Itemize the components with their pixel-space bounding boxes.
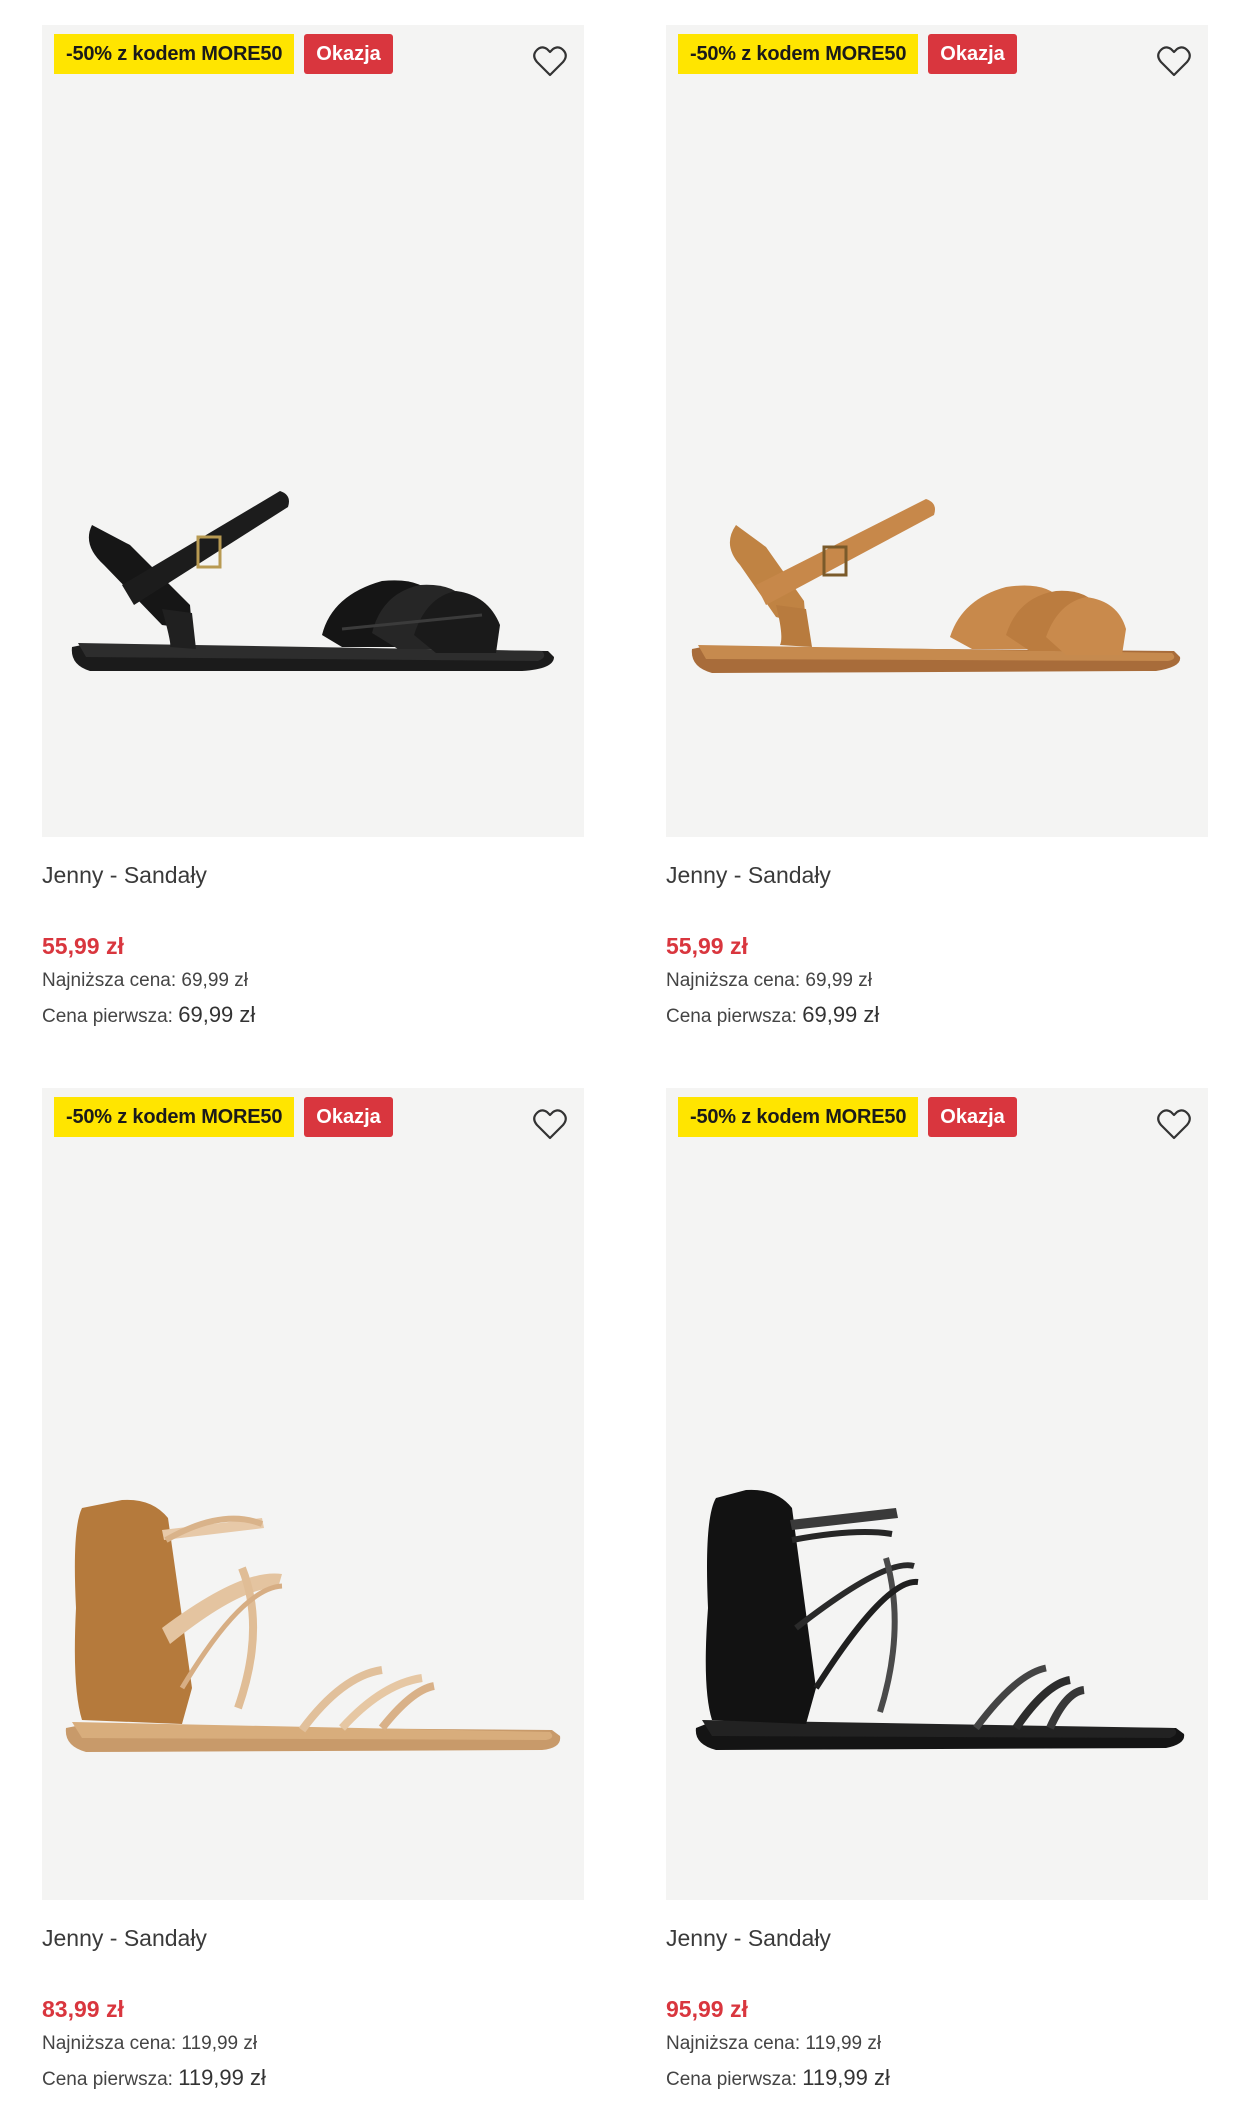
heart-outline-icon[interactable]	[530, 41, 570, 81]
product-card[interactable]: -50% z kodem MORE50 Okazja Jenny - Sanda…	[666, 1088, 1208, 2093]
original-price: Cena pierwsza: 119,99 zł	[666, 2063, 1208, 2093]
product-image[interactable]: -50% z kodem MORE50 Okazja	[42, 25, 584, 837]
tan-heel-cup-rhinestone-sandal-image	[65, 1499, 561, 1752]
product-title[interactable]: Jenny - Sandały	[42, 859, 584, 891]
heart-outline-icon[interactable]	[530, 1104, 570, 1144]
promo-code-badge: -50% z kodem MORE50	[54, 34, 295, 74]
original-price: Cena pierwsza: 69,99 zł	[42, 1000, 584, 1030]
tan-strappy-flat-sandal-image	[691, 499, 1181, 673]
lowest-price-label: Najniższa cena:	[666, 2033, 801, 2054]
promo-code-badge: -50% z kodem MORE50	[678, 1097, 919, 1137]
heart-outline-icon[interactable]	[1154, 41, 1194, 81]
promo-code-badge: -50% z kodem MORE50	[54, 1097, 295, 1137]
product-card[interactable]: -50% z kodem MORE50 Okazja Jenny - Sanda…	[666, 25, 1208, 1030]
deal-badge: Okazja	[928, 1097, 1017, 1137]
original-price-label: Cena pierwsza:	[42, 1006, 173, 1027]
product-price: 83,99 zł	[42, 1996, 124, 2022]
lowest-price: Najniższa cena: 69,99 zł	[42, 966, 584, 996]
original-price-label: Cena pierwsza:	[666, 1006, 797, 1027]
lowest-price-label: Najniższa cena:	[42, 970, 177, 991]
lowest-price: Najniższa cena: 119,99 zł	[42, 2029, 584, 2059]
deal-badge: Okazja	[304, 1097, 393, 1137]
black-heel-cup-rhinestone-sandal-image	[695, 1489, 1185, 1750]
original-price: Cena pierwsza: 69,99 zł	[666, 1000, 1208, 1030]
product-image[interactable]: -50% z kodem MORE50 Okazja	[666, 25, 1208, 837]
lowest-price-label: Najniższa cena:	[42, 2033, 177, 2054]
original-price-value: 69,99 zł	[178, 1002, 256, 1027]
lowest-price: Najniższa cena: 69,99 zł	[666, 966, 1208, 996]
lowest-price-value: 69,99 zł	[805, 970, 872, 991]
lowest-price-value: 119,99 zł	[181, 2033, 258, 2054]
product-title[interactable]: Jenny - Sandały	[42, 1922, 584, 1954]
lowest-price: Najniższa cena: 119,99 zł	[666, 2029, 1208, 2059]
product-image[interactable]: -50% z kodem MORE50 Okazja	[666, 1088, 1208, 1900]
lowest-price-value: 69,99 zł	[181, 970, 248, 991]
product-card[interactable]: -50% z kodem MORE50 Okazja Jenny - Sanda…	[42, 1088, 584, 2093]
deal-badge: Okazja	[304, 34, 393, 74]
original-price-value: 119,99 zł	[802, 2065, 890, 2090]
original-price-value: 69,99 zł	[802, 1002, 880, 1027]
product-card[interactable]: -50% z kodem MORE50 Okazja Jenny - Sanda…	[42, 25, 584, 1030]
promo-code-badge: -50% z kodem MORE50	[678, 34, 919, 74]
lowest-price-label: Najniższa cena:	[666, 970, 801, 991]
lowest-price-value: 119,99 zł	[805, 2033, 882, 2054]
original-price-label: Cena pierwsza:	[666, 2069, 797, 2090]
product-price: 55,99 zł	[666, 933, 748, 959]
product-price: 95,99 zł	[666, 1996, 748, 2022]
deal-badge: Okazja	[928, 34, 1017, 74]
black-strappy-flat-sandal-image	[71, 491, 555, 671]
heart-outline-icon[interactable]	[1154, 1104, 1194, 1144]
product-title[interactable]: Jenny - Sandały	[666, 1922, 1208, 1954]
original-price-value: 119,99 zł	[178, 2065, 266, 2090]
original-price-label: Cena pierwsza:	[42, 2069, 173, 2090]
original-price: Cena pierwsza: 119,99 zł	[42, 2063, 584, 2093]
product-price: 55,99 zł	[42, 933, 124, 959]
product-image[interactable]: -50% z kodem MORE50 Okazja	[42, 1088, 584, 1900]
product-title[interactable]: Jenny - Sandały	[666, 859, 1208, 891]
